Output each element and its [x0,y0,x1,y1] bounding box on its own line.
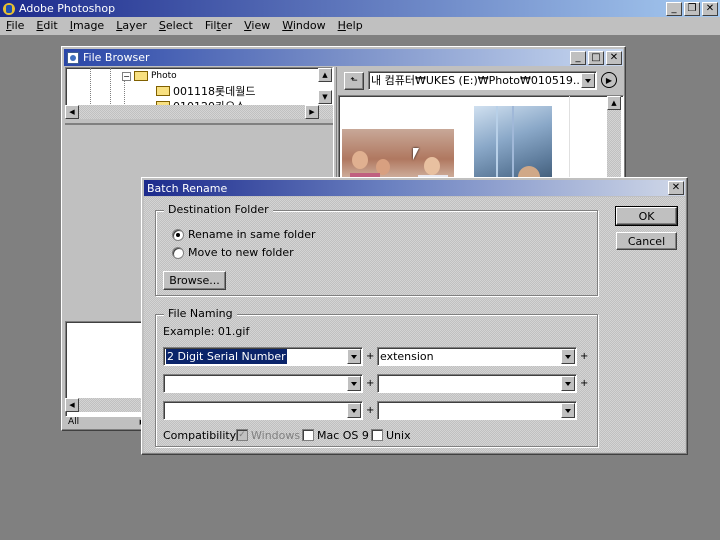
mouse-cursor-icon [413,148,419,160]
plus-separator: + [366,378,375,389]
chevron-down-icon[interactable] [581,73,595,88]
dialog-close-button[interactable]: ✕ [668,181,684,195]
macos-checkbox[interactable] [302,429,314,441]
file-naming-title: File Naming [164,307,237,320]
unix-label[interactable]: Unix [386,429,411,442]
menu-help[interactable]: Help [332,17,369,35]
batch-rename-dialog: Batch Rename ✕ Destination Folder Rename… [141,177,688,455]
close-button[interactable]: ✕ [702,1,718,16]
unix-checkbox[interactable] [371,429,383,441]
collapse-icon[interactable]: − [122,71,131,81]
app-titlebar: Adobe Photoshop _ ❐ ✕ [0,0,720,17]
plus-separator: + [580,378,589,389]
location-path: 내 컴퓨터₩UKES (E:)₩Photo₩010519... [371,74,579,87]
naming-field-1-left[interactable]: 2 Digit Serial Number [163,347,363,366]
menu-select[interactable]: Select [153,17,199,35]
menu-view[interactable]: View [238,17,276,35]
cancel-button[interactable]: Cancel [616,232,677,250]
windows-checkbox[interactable]: ✓ [236,429,248,441]
tree-node-photo[interactable]: − Photo [122,69,177,83]
tree-vscrollbar[interactable]: ▲ ▼ [318,68,332,106]
move-new-folder-label[interactable]: Move to new folder [188,246,294,259]
plus-separator: + [366,405,375,416]
naming-field-value: extension [380,350,434,363]
naming-field-1-right[interactable]: extension [377,347,577,366]
tree-hscrollbar[interactable]: ◀ ▶ [65,105,333,119]
menu-edit[interactable]: Edit [30,17,63,35]
plus-separator: + [366,351,375,362]
tree-item-label: 001118롯데월드 [173,84,256,98]
destination-folder-title: Destination Folder [164,203,273,216]
scroll-up-icon[interactable]: ▲ [318,68,332,82]
folder-open-icon [134,71,148,81]
file-browser-titlebar: File Browser _ □ ✕ [64,49,623,66]
scroll-up-icon[interactable]: ▲ [607,96,621,110]
fb-close-button[interactable]: ✕ [606,50,622,65]
scroll-down-icon[interactable]: ▼ [318,90,332,104]
macos-label[interactable]: Mac OS 9 [317,429,369,442]
windows-label: Windows [251,429,301,442]
chevron-down-icon[interactable] [561,349,575,364]
chevron-down-icon[interactable] [561,403,575,418]
naming-example: Example: 01.gif [163,325,250,338]
rename-same-folder-label[interactable]: Rename in same folder [188,228,316,241]
scroll-left-icon[interactable]: ◀ [65,105,79,119]
status-bar: All ▶ [65,415,145,429]
dialog-title: Batch Rename [147,181,228,195]
file-browser-title: File Browser [83,51,150,64]
chevron-down-icon[interactable] [561,376,575,391]
chevron-down-icon[interactable] [347,376,361,391]
browse-button[interactable]: Browse... [163,271,226,290]
rename-same-folder-radio[interactable] [172,229,184,241]
location-dropdown[interactable]: 내 컴퓨터₩UKES (E:)₩Photo₩010519... [368,71,597,90]
menu-layer[interactable]: Layer [110,17,153,35]
play-icon: ▶ [605,75,613,85]
menu-bar: File Edit Image Layer Select Filter View Window… [0,17,720,35]
menu-filter[interactable]: Filter [199,17,238,35]
chevron-down-icon[interactable] [347,403,361,418]
photoshop-app-icon [3,2,15,15]
folder-up-button[interactable]: ⬑ [344,72,364,90]
scroll-right-icon[interactable]: ▶ [305,105,319,119]
restore-button[interactable]: ❐ [684,1,700,16]
fb-maximize-button[interactable]: □ [588,50,604,65]
menu-file[interactable]: File [0,17,30,35]
naming-field-3-left[interactable] [163,401,363,420]
plus-separator: + [580,351,589,362]
minimize-button[interactable]: _ [666,1,682,16]
ok-button[interactable]: OK [615,206,678,226]
scroll-left-icon[interactable]: ◀ [65,398,79,412]
folder-icon [156,85,170,96]
dialog-titlebar: Batch Rename ✕ [144,180,685,196]
menu-image[interactable]: Image [64,17,110,35]
app-title: Adobe Photoshop [19,2,116,15]
compatibility-label: Compatibility: [163,429,240,442]
naming-field-value: 2 Digit Serial Number [166,349,287,364]
naming-field-3-right[interactable] [377,401,577,420]
file-browser-icon [67,51,79,64]
tree-root-label: Photo [151,71,177,81]
naming-field-2-right[interactable] [377,374,577,393]
fb-minimize-button[interactable]: _ [570,50,586,65]
status-all-label: All [68,417,80,427]
go-button[interactable]: ▶ [601,72,617,88]
chevron-down-icon[interactable] [347,349,361,364]
menu-window[interactable]: Window [276,17,331,35]
move-new-folder-radio[interactable] [172,247,184,259]
tree-item[interactable]: 001118롯데월드 [156,83,255,98]
folder-up-icon: ⬑ [350,76,358,86]
naming-field-2-left[interactable] [163,374,363,393]
